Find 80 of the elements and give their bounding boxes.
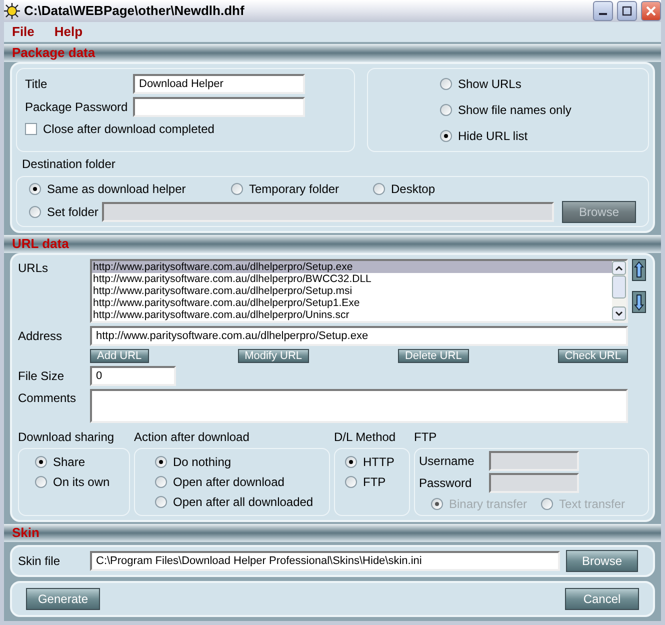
button[interactable]: Browse xyxy=(566,550,638,572)
radio-button[interactable] xyxy=(440,130,452,142)
radio-label: Do nothing xyxy=(173,454,232,471)
field-label: Comments xyxy=(18,390,78,407)
radio-button[interactable] xyxy=(155,476,167,488)
button[interactable]: Cancel xyxy=(565,588,639,610)
checkbox-label: Close after download completed xyxy=(43,121,214,138)
url-list[interactable] xyxy=(90,259,628,323)
list-item[interactable]: http://www.paritysoftware.com.au/dlhelperpro/Setup.msi xyxy=(92,285,612,297)
radio-label: Hide URL list xyxy=(458,128,528,145)
radio-button[interactable] xyxy=(345,476,357,488)
radio-label: Show URLs xyxy=(458,76,522,93)
menu-item[interactable]: File xyxy=(12,22,34,42)
radio-label: Binary transfer xyxy=(449,496,528,513)
radio-button[interactable] xyxy=(440,78,452,90)
radio-label: FTP xyxy=(363,474,386,491)
radio-label: Same as download helper xyxy=(47,181,186,198)
radio-label: Temporary folder xyxy=(249,181,340,198)
section-title: Skin xyxy=(12,524,40,542)
radio-label: Desktop xyxy=(391,181,436,198)
field-label: Action after download xyxy=(134,429,250,446)
field-label: Password xyxy=(419,475,473,492)
radio-label: Show file names only xyxy=(458,102,572,119)
radio-button[interactable] xyxy=(155,496,167,508)
input-field[interactable] xyxy=(90,389,628,423)
app-icon xyxy=(4,3,20,19)
button[interactable]: Modify URL xyxy=(238,349,310,363)
button[interactable]: Generate xyxy=(26,588,100,610)
radio-button[interactable] xyxy=(29,183,41,195)
radio-button[interactable] xyxy=(345,456,357,468)
list-item[interactable]: http://www.paritysoftware.com.au/dlhelperpro/Setup.exe xyxy=(92,261,612,273)
button[interactable]: Check URL xyxy=(558,349,628,363)
field-label: Package Password xyxy=(25,99,129,116)
field-label: Username xyxy=(419,453,476,470)
section-title: URL data xyxy=(12,235,69,254)
button[interactable]: Delete URL xyxy=(398,349,469,363)
field-label: Download sharing xyxy=(18,429,116,446)
radio-button[interactable] xyxy=(35,476,47,488)
field-label: D/L Method xyxy=(334,429,397,446)
radio-label: On its own xyxy=(53,474,110,491)
section-title: Package data xyxy=(12,44,96,62)
checkbox[interactable] xyxy=(25,123,37,135)
close-icon xyxy=(646,6,656,16)
close-button[interactable] xyxy=(641,1,661,21)
radio-button[interactable] xyxy=(155,456,167,468)
button[interactable]: Add URL xyxy=(90,349,149,363)
radio-label: Open after all downloaded xyxy=(173,494,314,511)
list-item[interactable]: http://www.paritysoftware.com.au/dlhelperpro/Setup1.Exe xyxy=(92,297,612,309)
list-item[interactable]: http://www.paritysoftware.com.au/dlhelperpro/Unins.scr xyxy=(92,309,612,321)
list-item[interactable]: http://www.paritysoftware.com.au/dlhelperpro/BWCC32.DLL xyxy=(92,273,612,285)
menu-item[interactable]: Help xyxy=(54,22,83,42)
radio-label: Text transfer xyxy=(559,496,626,513)
input-field[interactable]: Download Helper xyxy=(133,74,305,94)
field-label: Skin file xyxy=(18,553,62,570)
maximize-button[interactable] xyxy=(617,1,637,21)
scrollbar[interactable] xyxy=(612,261,626,321)
field-label: Address xyxy=(18,328,64,345)
field-label: FTP xyxy=(414,429,438,446)
minimize-icon xyxy=(599,13,607,15)
field-label: Title xyxy=(25,76,48,93)
radio-button[interactable] xyxy=(373,183,385,195)
radio-button[interactable] xyxy=(29,206,41,218)
input-field[interactable]: C:\Program Files\Download Helper Professional\Skins\Hide\skin.ini xyxy=(90,551,560,571)
input-field[interactable]: http://www.paritysoftware.com.au/dlhelperpro/Setup.exe xyxy=(90,326,628,346)
input-field[interactable]: 0 xyxy=(90,366,176,386)
field-label: URLs xyxy=(18,260,50,277)
input-field[interactable] xyxy=(102,202,554,222)
minimize-button[interactable] xyxy=(593,1,613,21)
radio-button[interactable] xyxy=(35,456,47,468)
field-label: File Size xyxy=(18,368,66,385)
radio-button[interactable] xyxy=(231,183,243,195)
input-field[interactable] xyxy=(133,97,305,117)
radio-label: Set folder xyxy=(47,204,98,221)
maximize-icon xyxy=(622,6,632,16)
radio-label: HTTP xyxy=(363,454,394,471)
radio-label: Open after download xyxy=(173,474,284,491)
radio-label: Share xyxy=(53,454,86,471)
window-title: C:\Data\WEBPage\other\Newdlh.dhf xyxy=(24,2,246,20)
radio-button[interactable] xyxy=(440,104,452,116)
field-label: Destination folder xyxy=(21,156,116,173)
